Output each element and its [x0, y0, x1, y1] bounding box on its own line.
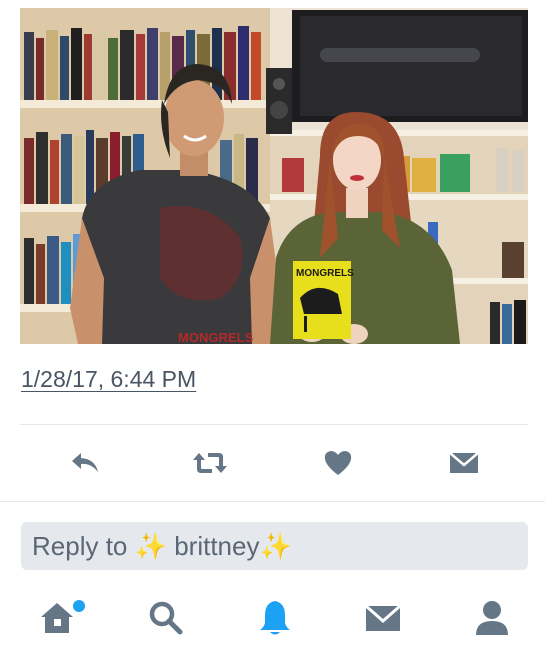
shirt-text: MONGRELS: [178, 330, 253, 344]
like-icon: [324, 451, 352, 475]
tweet-photo[interactable]: MONGRELS MONGRELS: [20, 8, 528, 344]
retweet-button[interactable]: [190, 446, 230, 480]
tab-search[interactable]: [141, 596, 191, 640]
book-title: MONGRELS: [296, 268, 354, 279]
tweet-timestamp[interactable]: 1/28/17, 6:44 PM: [21, 366, 196, 393]
home-new-indicator: [73, 600, 85, 612]
reply-placeholder: Reply to ✨ brittney✨: [32, 530, 292, 561]
retweet-icon: [193, 453, 227, 473]
like-button[interactable]: [318, 446, 358, 480]
notifications-icon: [260, 601, 290, 635]
direct-message-icon: [449, 452, 479, 473]
profile-icon: [476, 601, 508, 635]
reply-icon: [72, 453, 98, 472]
divider-top: [20, 424, 528, 425]
tab-profile[interactable]: [467, 596, 517, 640]
divider-bottom: [0, 501, 545, 502]
search-icon: [149, 601, 183, 635]
messages-icon: [365, 604, 401, 631]
reply-composer[interactable]: Reply to ✨ brittney✨: [21, 522, 528, 570]
reply-button[interactable]: [65, 446, 105, 480]
tab-notifications[interactable]: [250, 596, 300, 640]
tab-messages[interactable]: [358, 596, 408, 640]
direct-message-button[interactable]: [444, 446, 484, 480]
home-icon: [41, 603, 73, 633]
photo-scene: MONGRELS MONGRELS: [20, 8, 528, 344]
